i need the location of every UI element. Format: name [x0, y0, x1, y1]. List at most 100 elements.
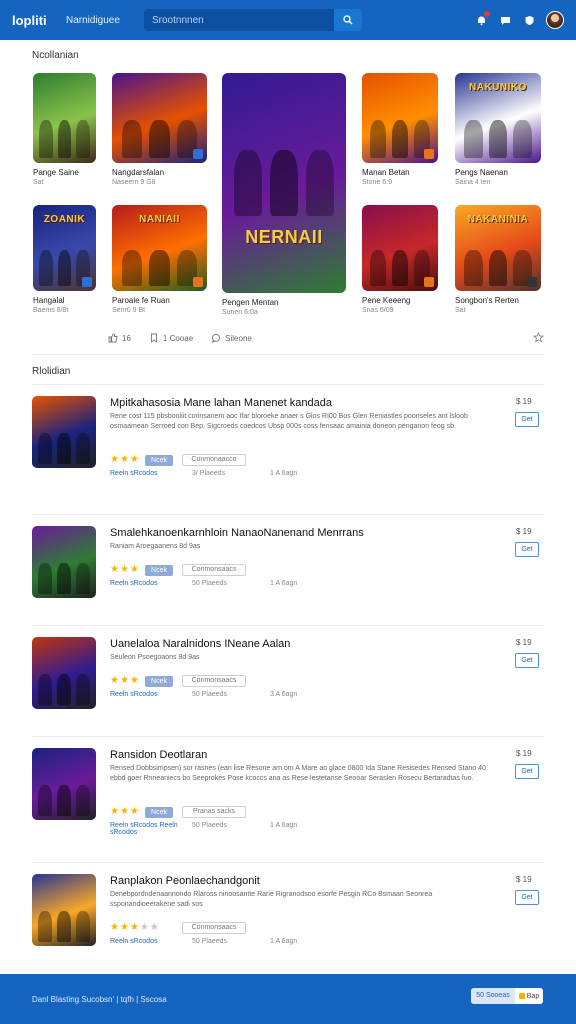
featured-game-tile[interactable]: ZOANIK: [33, 205, 96, 291]
developer-link[interactable]: Reeln sRcodos: [110, 691, 157, 698]
featured-game-tile[interactable]: [33, 73, 96, 163]
featured-game-title[interactable]: Songbon's Rerten: [455, 296, 519, 305]
notifications-button[interactable]: [474, 11, 490, 27]
featured-game-subtitle: Naseern 9 G8: [112, 179, 156, 186]
game-description: Rensed Dobbsimpsen) sor rasnes (ean lise…: [110, 765, 486, 782]
favorite-button[interactable]: [532, 331, 545, 345]
game-thumbnail[interactable]: [32, 526, 96, 598]
release-age: 1 A 6agn: [270, 938, 298, 945]
game-title[interactable]: Mpitkahasosia Mane lahan Manenet kandada: [110, 397, 332, 409]
game-title[interactable]: Uanelaloa Naralnidons INeane Aalan: [110, 638, 290, 650]
footer-secondary-button[interactable]: Bap: [515, 993, 543, 1000]
list-header-divider: [32, 384, 544, 385]
genre-tag[interactable]: Conmonsaacs: [182, 675, 246, 687]
artwork-character: [369, 119, 387, 158]
star-filled-icon: ★: [110, 675, 119, 686]
get-button[interactable]: Get: [515, 412, 539, 427]
genre-tag[interactable]: Conmonaacco: [182, 454, 246, 466]
game-title[interactable]: Ransidon Deotlaran: [110, 749, 207, 761]
star-filled-icon: ★: [119, 454, 129, 465]
featured-game-tile[interactable]: NANIAII: [112, 205, 207, 291]
featured-game-title[interactable]: Paroale fe Ruan: [112, 296, 170, 305]
star-filled-icon: ★: [129, 454, 139, 465]
rating-badge: Ncek: [145, 455, 173, 466]
artwork-character: [38, 433, 53, 464]
comments-stat[interactable]: 1 Cooae: [149, 333, 193, 343]
featured-game-title[interactable]: Nangdarsfalan: [112, 168, 164, 177]
game-title[interactable]: Smalehkanoenkarnhloin NanaoNanenand Menr…: [110, 527, 364, 539]
artwork-character: [57, 249, 72, 286]
artwork-character: [56, 563, 72, 594]
get-button[interactable]: Get: [515, 653, 539, 668]
featured-game-tile[interactable]: [362, 205, 438, 291]
likes-stat[interactable]: 16: [108, 333, 131, 343]
star-filled-icon: ★: [119, 806, 129, 817]
artwork-character: [75, 911, 90, 942]
star-rating: ★★★★★: [110, 564, 139, 575]
artwork-character: [38, 563, 53, 594]
artwork-character: [75, 563, 90, 594]
artwork-character: [38, 785, 53, 816]
game-thumbnail[interactable]: [32, 874, 96, 946]
search-input[interactable]: [144, 9, 334, 31]
library-button[interactable]: [522, 13, 536, 27]
artwork-character: [391, 249, 409, 286]
featured-game-tile[interactable]: NERNAII: [222, 73, 346, 293]
footer-secondary-label: Bap: [526, 992, 540, 1000]
player-count: 50 Plaeeds: [192, 938, 228, 945]
get-button[interactable]: Get: [515, 890, 539, 905]
featured-game-subtitle: Baems 8/8t: [33, 307, 69, 314]
artwork-title-text: NANIAII: [139, 213, 180, 225]
featured-game-title[interactable]: Manan Betan: [362, 168, 410, 177]
featured-game-title[interactable]: Hangalal: [33, 296, 65, 305]
nav-link-browse[interactable]: Narnidiguee: [66, 15, 126, 26]
developer-link[interactable]: Reeln sRcodos: [110, 580, 157, 587]
game-title[interactable]: Ranplakon Peonlaechandgonit: [110, 875, 260, 887]
release-age: 3 A 6agn: [270, 691, 298, 698]
game-thumbnail[interactable]: [32, 637, 96, 709]
star-filled-icon: ★: [110, 922, 119, 933]
app-logo[interactable]: lopliti: [12, 13, 62, 28]
rating-badge: Ncek: [145, 565, 173, 576]
genre-tag[interactable]: Conmonsaacs: [182, 922, 246, 934]
featured-game-title[interactable]: Pange Saine: [33, 168, 79, 177]
genre-tag[interactable]: Pranas sacks: [182, 806, 246, 818]
featured-game-tile[interactable]: [362, 73, 438, 163]
game-thumbnail[interactable]: [32, 396, 96, 468]
artwork-title-text: NAKUNIKO: [469, 82, 527, 93]
genre-tag[interactable]: Conmonsaacs: [182, 564, 246, 576]
share-stat[interactable]: Sileone: [211, 333, 252, 343]
developer-link[interactable]: Reeln sRcodos: [110, 470, 157, 477]
game-description: Raniam Aroegaanens 8d 9as: [110, 543, 201, 550]
artwork-character: [75, 785, 90, 816]
featured-game-tile[interactable]: [112, 73, 207, 163]
featured-game-title[interactable]: Pengs Naenan: [455, 168, 508, 177]
featured-game-title[interactable]: Pengen Mentan: [222, 298, 279, 307]
star-filled-icon: ★: [129, 564, 139, 575]
messages-button[interactable]: [498, 13, 512, 27]
player-count: 50 Plaeeds: [192, 691, 228, 698]
featured-game-tile[interactable]: NAKUNIKO: [455, 73, 541, 163]
thumbs-up-icon: [108, 333, 118, 343]
chat-icon: [500, 16, 510, 25]
game-price: $ 19: [516, 527, 532, 536]
artwork-character: [306, 150, 334, 216]
artwork-character: [463, 249, 483, 286]
user-avatar[interactable]: [546, 11, 564, 29]
game-price: $ 19: [516, 638, 532, 647]
featured-game-tile[interactable]: NAKANINIA: [455, 205, 541, 291]
game-thumbnail[interactable]: [32, 748, 96, 820]
game-price: $ 19: [516, 875, 532, 884]
likes-count: 16: [122, 333, 131, 343]
footer-primary-button[interactable]: 50 Sooeas: [471, 988, 515, 1004]
developer-link[interactable]: Reeln sRcodos: [110, 938, 157, 945]
get-button[interactable]: Get: [515, 764, 539, 779]
artwork-character: [75, 433, 90, 464]
search-button[interactable]: [334, 9, 362, 31]
developer-link[interactable]: Reeln sRcodos Reeln sRcodos: [110, 822, 180, 836]
star-filled-icon: ★: [129, 675, 139, 686]
featured-game-title[interactable]: Pene Keeeng: [362, 296, 411, 305]
get-button[interactable]: Get: [515, 542, 539, 557]
star-empty-icon: ★: [149, 922, 159, 933]
featured-stats: 16 1 Cooae Sileone: [108, 330, 545, 346]
